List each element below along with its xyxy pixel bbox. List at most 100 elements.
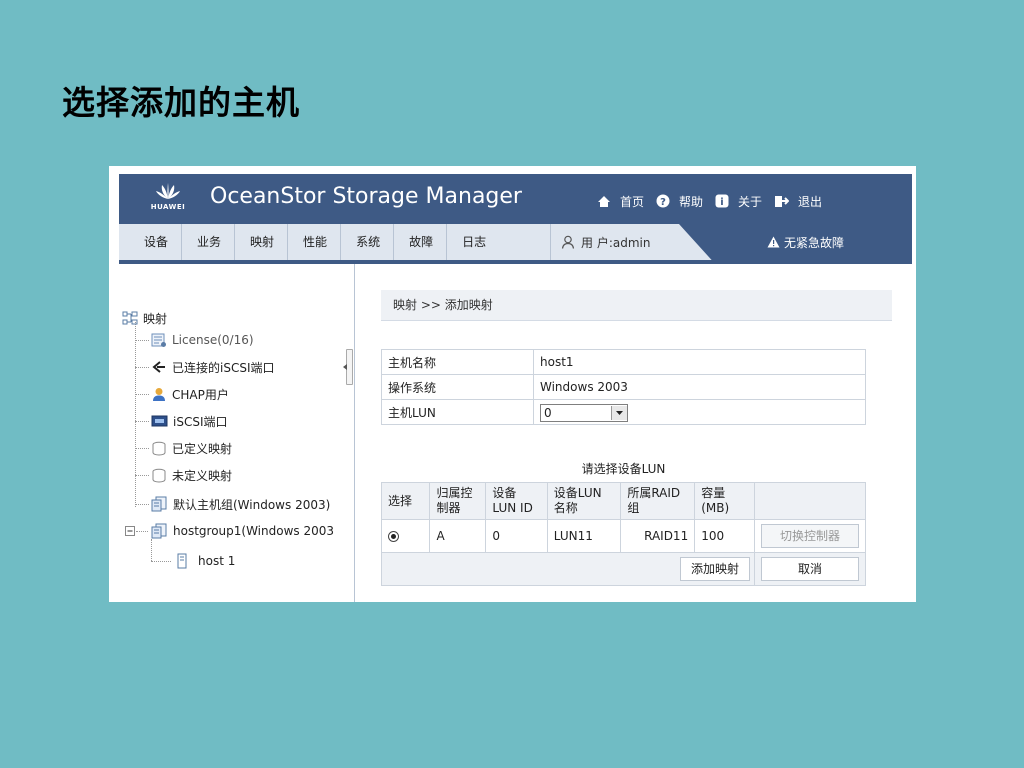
tree-item-connected-iscsi[interactable]: 已连接的iSCSI端口 <box>151 358 275 376</box>
column-header-text: 设备LUN <box>553 486 602 500</box>
main-menu: 设备 业务 映射 性能 系统 故障 日志 <box>129 224 499 260</box>
tree-connector <box>135 504 149 505</box>
lun-caption: 请选择设备LUN <box>581 462 666 476</box>
table-row[interactable]: A 0 LUN11 RAID11 100 切换控制器 <box>380 519 866 553</box>
exit-link[interactable]: 退出 <box>774 193 822 210</box>
tree-item-label: CHAP用户 <box>172 387 229 402</box>
tree-item-license[interactable]: License(0/16) <box>151 331 254 349</box>
menu-log[interactable]: 日志 <box>446 224 499 260</box>
tree-connector <box>151 539 152 561</box>
tree-item-label: 已定义映射 <box>172 441 233 456</box>
help-icon: ? <box>656 194 670 208</box>
lun-table: 选择 归属控 制器 设备 LUN ID 设备LUN 名称 所属RAID 组 容量… <box>380 482 866 586</box>
license-icon <box>151 333 167 348</box>
panel-splitter[interactable] <box>354 264 355 602</box>
add-cell: 添加映射 <box>381 552 755 586</box>
help-link-label: 帮助 <box>679 194 704 209</box>
dropdown-arrow-icon <box>611 406 627 420</box>
connected-port-icon <box>151 360 167 374</box>
chap-user-icon <box>151 387 167 402</box>
top-links: 首页 ? 帮助 i 关于 退出 <box>597 191 834 211</box>
huawei-logo: HUAWEI <box>147 182 189 222</box>
menu-service[interactable]: 业务 <box>181 224 234 260</box>
tree-connector <box>151 561 171 562</box>
home-icon <box>597 195 611 208</box>
tree-item-label: host 1 <box>198 554 236 568</box>
host-group-icon <box>151 496 168 512</box>
collapse-icon <box>125 526 135 536</box>
app-header: HUAWEI OceanStor Storage Manager 首页 ? 帮助 <box>119 174 912 224</box>
home-link[interactable]: 首页 <box>597 193 644 210</box>
about-link[interactable]: i 关于 <box>715 193 762 210</box>
menu-fault[interactable]: 故障 <box>393 224 446 260</box>
tree-item-label: 未定义映射 <box>172 468 233 483</box>
user-label: 用 户:admin <box>581 235 651 250</box>
tree-item-label: 已连接的iSCSI端口 <box>172 360 275 375</box>
table-row: 主机LUN 0 <box>381 399 866 425</box>
menu-device[interactable]: 设备 <box>129 224 181 260</box>
column-header-text: (MB) <box>701 501 730 515</box>
app-title: OceanStor Storage Manager <box>210 184 522 209</box>
exit-link-label: 退出 <box>798 194 823 209</box>
mapping-tree: 映射 License(0/16) 已连接的iSCSI端口 CHAP用户 iSCS… <box>119 264 355 602</box>
tree-connector <box>135 367 149 368</box>
tree-root-label: 映射 <box>143 311 168 326</box>
host-lun-cell: 0 <box>533 399 866 425</box>
screenshot-frame: HUAWEI OceanStor Storage Manager 首页 ? 帮助 <box>109 166 916 602</box>
host-icon <box>175 553 189 569</box>
tree-item-label: iSCSI端口 <box>173 414 228 429</box>
tree-item-undefined-mapping[interactable]: 未定义映射 <box>151 466 232 484</box>
home-link-label: 首页 <box>620 194 645 209</box>
add-mapping-button[interactable]: 添加映射 <box>679 557 750 581</box>
host-info-table: 主机名称 host1 操作系统 Windows 2003 主机LUN 0 <box>381 349 866 425</box>
column-header-text: 组 <box>627 501 640 515</box>
menu-mapping[interactable]: 映射 <box>234 224 287 260</box>
tree-connector <box>135 475 149 476</box>
current-user: 用 户:admin <box>550 224 650 260</box>
host-lun-select[interactable]: 0 <box>540 404 628 422</box>
menu-performance[interactable]: 性能 <box>287 224 340 260</box>
host-lun-value: 0 <box>544 406 552 420</box>
column-header-text: 容量 <box>701 486 726 500</box>
tree-item-label: 默认主机组(Windows 2003) <box>173 497 331 512</box>
mapping-tree-icon <box>122 311 138 325</box>
info-icon: i <box>715 194 729 208</box>
huawei-petals-icon <box>156 183 180 199</box>
brand-text: HUAWEI <box>150 203 186 211</box>
tree-item-label: hostgroup1(Windows 2003 <box>173 524 334 538</box>
tree-connector <box>135 421 149 422</box>
breadcrumb: 映射 >> 添加映射 <box>381 290 892 321</box>
cancel-button[interactable]: 取消 <box>761 557 859 581</box>
undefined-mapping-icon <box>151 468 167 483</box>
select-cell <box>380 519 431 553</box>
tree-root[interactable]: 映射 <box>122 309 167 327</box>
host-group-icon <box>151 523 168 539</box>
help-link[interactable]: ? 帮助 <box>656 193 703 210</box>
switch-controller-button[interactable]: 切换控制器 <box>761 524 859 548</box>
menu-bar: 设备 业务 映射 性能 系统 故障 日志 用 户:admin 无紧急故障 <box>119 224 912 264</box>
exit-icon <box>774 194 790 208</box>
storage-manager-window: HUAWEI OceanStor Storage Manager 首页 ? 帮助 <box>119 174 912 602</box>
slide-title: 选择添加的主机 <box>62 83 300 122</box>
tree-item-hostgroup1[interactable]: hostgroup1(Windows 2003 <box>151 522 334 540</box>
os-value: Windows 2003 <box>533 374 866 400</box>
column-header: 选择 <box>380 482 431 520</box>
alert-status[interactable]: 无紧急故障 <box>767 224 844 260</box>
tree-item-iscsi-port[interactable]: iSCSI端口 <box>151 412 228 430</box>
column-header: 设备 LUN ID <box>485 482 548 520</box>
tree-item-host1[interactable]: host 1 <box>175 552 235 570</box>
collapse-panel-handle[interactable] <box>343 349 353 385</box>
controller-cell: A <box>429 519 487 553</box>
lun-radio[interactable] <box>388 531 399 542</box>
switch-cell: 切换控制器 <box>754 519 866 553</box>
tree-item-default-host-group[interactable]: 默认主机组(Windows 2003) <box>151 495 330 513</box>
tree-item-chap-user[interactable]: CHAP用户 <box>151 385 229 403</box>
column-header-text: 选择 <box>388 493 413 508</box>
tree-connector <box>136 531 148 532</box>
alert-text: 无紧急故障 <box>784 235 845 250</box>
tree-connector <box>135 322 136 507</box>
tree-connector <box>135 340 149 341</box>
menu-system[interactable]: 系统 <box>340 224 393 260</box>
column-header: 容量 (MB) <box>694 482 755 520</box>
tree-item-defined-mapping[interactable]: 已定义映射 <box>151 439 232 457</box>
